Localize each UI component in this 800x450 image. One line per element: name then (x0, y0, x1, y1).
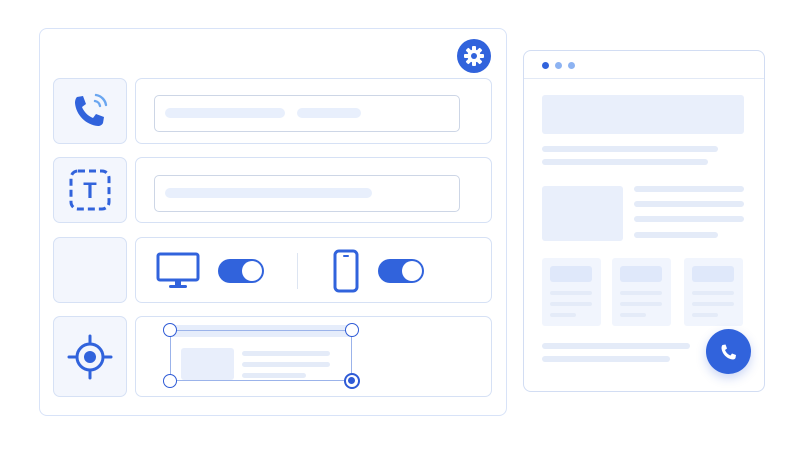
field-placeholder (165, 108, 285, 118)
resize-handle-bottom-left[interactable] (163, 374, 177, 388)
window-dot (555, 62, 562, 69)
text-placeholder (542, 159, 708, 165)
hero-placeholder (542, 95, 744, 134)
text-placeholder (634, 232, 718, 238)
phone-tool-tile[interactable] (53, 78, 127, 144)
text-placeholder (542, 146, 718, 152)
text-placeholder (634, 216, 744, 222)
resize-handle-top-left[interactable] (163, 323, 177, 337)
text-placeholder (620, 313, 646, 317)
field-placeholder (297, 108, 361, 118)
text-placeholder (550, 313, 576, 317)
text-placeholder (620, 302, 662, 306)
text-box-icon: T (69, 169, 111, 211)
settings-button[interactable] (457, 39, 491, 73)
call-button[interactable] (706, 329, 751, 374)
text-placeholder (692, 302, 734, 306)
empty-tool-tile[interactable] (53, 237, 127, 303)
mobile-icon (333, 249, 359, 293)
text-placeholder (242, 373, 306, 378)
mobile-toggle[interactable] (378, 259, 424, 283)
text-placeholder (542, 343, 690, 349)
field-placeholder (165, 188, 372, 198)
text-placeholder (692, 313, 718, 317)
desktop-toggle[interactable] (218, 259, 264, 283)
text-placeholder (620, 291, 662, 295)
desktop-icon (156, 252, 200, 288)
target-tool-tile[interactable] (53, 316, 127, 397)
text-tool-tile[interactable]: T (53, 157, 127, 223)
text-placeholder (542, 356, 670, 362)
phone-icon (721, 344, 736, 359)
card-image-placeholder (620, 266, 662, 282)
gear-icon (457, 39, 491, 73)
card-image-placeholder (550, 266, 592, 282)
target-icon (67, 334, 113, 379)
resize-handle-top-right[interactable] (345, 323, 359, 337)
text-placeholder (242, 362, 330, 367)
text-placeholder (242, 351, 330, 356)
toggle-knob (242, 261, 262, 281)
card-image-placeholder (692, 266, 734, 282)
image-placeholder (181, 348, 234, 380)
text-placeholder (550, 291, 592, 295)
text-placeholder (634, 186, 744, 192)
image-placeholder (542, 186, 623, 241)
toggle-knob (402, 261, 422, 281)
text-placeholder (634, 201, 744, 207)
divider (297, 253, 298, 289)
phone-ringing-icon (75, 93, 108, 126)
window-dot (568, 62, 575, 69)
resize-handle-bottom-right[interactable] (344, 373, 360, 389)
text-placeholder (550, 302, 592, 306)
text-placeholder (692, 291, 734, 295)
svg-text:T: T (83, 178, 97, 203)
window-dot (542, 62, 549, 69)
